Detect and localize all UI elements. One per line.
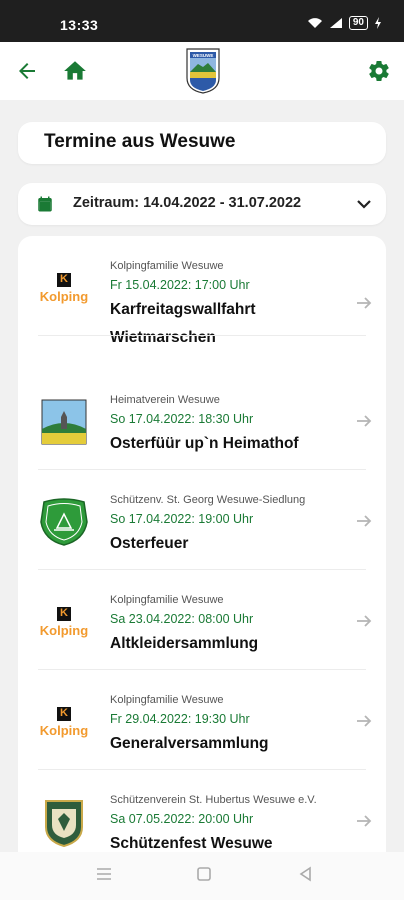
back-arrow-icon — [19, 63, 35, 79]
arrow-right-icon — [357, 297, 372, 309]
divider — [38, 335, 366, 336]
st-hubertus-logo — [38, 796, 90, 848]
event-title: Karfreitagswallfahrt Wietmarschen — [110, 301, 256, 346]
event-title: Altkleidersammlung — [110, 635, 259, 652]
signal-icon — [329, 18, 342, 28]
arrow-right-icon — [357, 715, 372, 727]
event-list: K Kolping Kolpingfamilie Wesuwe Fr 15.04… — [18, 236, 386, 876]
home-icon — [64, 61, 86, 80]
event-item[interactable]: K Kolping Kolpingfamilie Wesuwe Fr 29.04… — [18, 670, 386, 770]
event-item[interactable]: K Kolping Kolpingfamilie Wesuwe Fr 15.04… — [18, 236, 386, 346]
event-date: Fr 15.04.2022: 17:00 Uhr — [110, 278, 250, 292]
page-title-card: Termine aus Wesuwe — [18, 122, 386, 164]
arrow-right-icon — [357, 515, 372, 527]
arrow-right-icon — [357, 415, 372, 427]
event-organizer: Kolpingfamilie Wesuwe — [110, 694, 224, 706]
wifi-icon — [307, 18, 322, 28]
event-date: Sa 23.04.2022: 08:00 Uhr — [110, 612, 254, 626]
home-button[interactable] — [60, 56, 90, 86]
status-time: 13:33 — [60, 17, 99, 33]
home-square-icon[interactable] — [196, 866, 212, 882]
heimatverein-logo — [38, 396, 90, 448]
svg-text:WESUWE: WESUWE — [193, 53, 214, 58]
crest-icon: WESUWE — [186, 48, 220, 94]
date-range-dropdown[interactable]: Zeitraum: 14.04.2022 - 31.07.2022 — [18, 183, 386, 225]
date-range-label: Zeitraum: 14.04.2022 - 31.07.2022 — [73, 195, 302, 211]
settings-icon — [369, 61, 389, 82]
event-date: So 17.04.2022: 19:00 Uhr — [110, 512, 254, 526]
st-georg-logo — [38, 496, 90, 548]
event-title: Osterfeuer — [110, 535, 189, 552]
event-date: Fr 29.04.2022: 19:30 Uhr — [110, 712, 250, 726]
page-title: Termine aus Wesuwe — [44, 131, 236, 152]
menu-icon[interactable] — [96, 866, 112, 882]
event-item[interactable]: Heimatverein Wesuwe So 17.04.2022: 18:30… — [18, 370, 386, 470]
calendar-icon — [38, 196, 52, 212]
kolping-logo: K Kolping — [39, 606, 89, 638]
event-organizer: Schützenv. St. Georg Wesuwe-Siedlung — [110, 494, 306, 506]
app-bar: WESUWE — [0, 42, 404, 100]
kolping-logo: K Kolping — [39, 272, 89, 304]
event-title: Osterfüür up`n Heimathof — [110, 435, 299, 452]
wesuwe-crest-logo: WESUWE — [186, 48, 220, 94]
event-date: Sa 07.05.2022: 20:00 Uhr — [110, 812, 254, 826]
chevron-down-icon — [357, 200, 371, 209]
event-organizer: Heimatverein Wesuwe — [110, 394, 220, 406]
arrow-right-icon — [357, 815, 372, 827]
settings-button[interactable] — [364, 56, 394, 86]
event-organizer: Schützenverein St. Hubertus Wesuwe e.V. — [110, 794, 317, 806]
event-organizer: Kolpingfamilie Wesuwe — [110, 260, 224, 272]
system-navigation-bar — [0, 852, 404, 900]
event-item[interactable]: Schützenv. St. Georg Wesuwe-Siedlung So … — [18, 470, 386, 570]
event-item[interactable]: K Kolping Kolpingfamilie Wesuwe Sa 23.04… — [18, 570, 386, 670]
charging-icon — [375, 17, 381, 29]
kolping-logo: K Kolping — [39, 706, 89, 738]
battery-indicator: 90 — [348, 16, 368, 30]
event-organizer: Kolpingfamilie Wesuwe — [110, 594, 224, 606]
back-button[interactable] — [12, 56, 42, 86]
event-date: So 17.04.2022: 18:30 Uhr — [110, 412, 254, 426]
event-title: Generalversammlung — [110, 735, 269, 752]
status-icons: 90 — [307, 16, 382, 30]
arrow-right-icon — [357, 615, 372, 627]
status-bar: 13:33 90 — [0, 0, 404, 42]
back-triangle-icon[interactable] — [298, 866, 314, 882]
